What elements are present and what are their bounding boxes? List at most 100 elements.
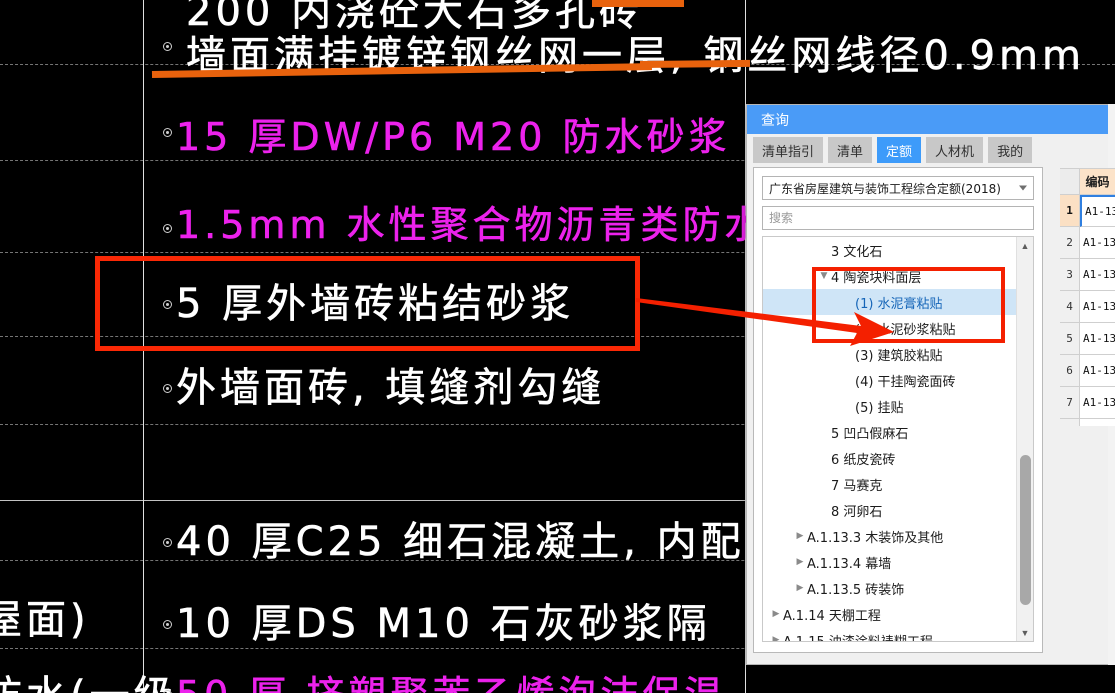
catalog-select[interactable]: 广东省房屋建筑与装饰工程综合定额(2018) [762,176,1034,200]
tree-item[interactable]: ▶6 纸皮瓷砖 [763,445,1016,471]
definition-tree-list[interactable]: ▶3 文化石▼4 陶瓷块料面层▶(1) 水泥膏粘贴▶(2) 水泥砂浆粘贴▶(3)… [763,237,1016,641]
cad-text-line: 40 厚C25 细石混凝土, 内配 [176,519,745,565]
grid-row[interactable]: 1A1-13- [1060,195,1115,227]
cad-text-line: 外墙面砖, 填缝剂勾缝 [176,365,606,411]
chevron-right-icon[interactable]: ▶ [769,635,783,641]
tree-item-label: (4) 干挂陶瓷面砖 [855,374,956,390]
tab-2[interactable]: 清单 [828,137,873,163]
definition-tree[interactable]: ▶3 文化石▼4 陶瓷块料面层▶(1) 水泥膏粘贴▶(2) 水泥砂浆粘贴▶(3)… [762,236,1034,642]
grid-row[interactable]: 5A1-13- [1060,323,1115,355]
orange-highlight-stroke-top [592,0,684,7]
tree-item[interactable]: ▶ A.1.13.3 木装饰及其他 [763,523,1016,549]
cad-bullet-icon [163,620,172,629]
tree-item-label: 3 文化石 [831,244,883,260]
orange-highlight-stroke-right [639,59,751,68]
tree-item-label: A.1.13.5 砖装饰 [807,582,905,598]
grid-row-number: 3 [1060,259,1080,291]
grid-cell-code[interactable]: A1-13- [1080,227,1115,259]
tree-item[interactable]: ▶5 凹凸假麻石 [763,419,1016,445]
tree-item[interactable]: ▶(5) 挂贴 [763,393,1016,419]
grid-row[interactable]: 4A1-13- [1060,291,1115,323]
grid-row-number: 6 [1060,355,1080,387]
grid-row[interactable]: 3A1-13- [1060,259,1115,291]
tree-item[interactable]: ▶A.1.15 油漆涂料裱糊工程 [763,627,1016,642]
tree-item-label: (2) 水泥砂浆粘贴 [855,322,956,338]
dialog-body: 广东省房屋建筑与装饰工程综合定额(2018) ▶3 文化石▼4 陶瓷块料面层▶(… [753,167,1043,653]
grid-rows-container: 1A1-13-2A1-13-3A1-13-4A1-13-5A1-13-6A1-1… [1060,195,1115,426]
grid-row[interactable]: 8A1-13- [1060,419,1115,426]
cad-bullet-icon [163,384,172,393]
grid-cell-code[interactable]: A1-13- [1080,291,1115,323]
grid-cell-code[interactable]: A1-13- [1080,323,1115,355]
cad-text-line: 10 厚DS M10 石灰砂浆隔 [176,601,711,647]
grid-header-code: 编码 [1080,169,1115,195]
chevron-right-icon[interactable]: ▶ [769,609,783,619]
tree-item[interactable]: ▶ A.1.14 天棚工程 [763,601,1016,627]
tree-item[interactable]: ▶(4) 干挂陶瓷面砖 [763,367,1016,393]
tree-item[interactable]: ▶(2) 水泥砂浆粘贴 [763,315,1016,341]
dialog-titlebar[interactable]: 查询 [747,105,1114,134]
tab-3[interactable]: 定额 [877,137,922,163]
cad-text-line: 200 内浇砼大石多孔砖 [186,0,644,35]
cad-text-line: 15 厚DW/P6 M20 防水砂浆 [176,115,731,159]
catalog-select-value: 广东省房屋建筑与装饰工程综合定额(2018) [769,181,1001,196]
tree-item[interactable]: ▶7 马赛克 [763,471,1016,497]
tree-item[interactable]: ▶3 文化石 [763,237,1016,263]
cad-bullet-icon [163,538,172,547]
tree-item-label: 5 凹凸假麻石 [831,426,909,442]
tree-vertical-scrollbar[interactable]: ▲ ▼ [1016,237,1033,641]
tree-item-label: 8 河卵石 [831,504,883,520]
chevron-right-icon[interactable]: ▶ [793,583,807,593]
grid-cell-code[interactable]: A1-13- [1080,419,1115,426]
tab-5[interactable]: 我的 [988,137,1033,163]
scroll-up-arrow-icon[interactable]: ▲ [1017,237,1033,254]
cad-bullet-icon [163,42,172,51]
grid-row-number: 4 [1060,291,1080,323]
grid-row[interactable]: 2A1-13- [1060,227,1115,259]
scroll-down-arrow-icon[interactable]: ▼ [1017,624,1033,641]
grid-corner-cell [1060,169,1080,195]
dialog-title: 查询 [761,112,789,129]
tree-item[interactable]: ▶(3) 建筑胶粘贴 [763,341,1016,367]
red-annotation-box [95,256,640,351]
chevron-down-icon[interactable]: ▼ [817,271,831,281]
grid-cell-code[interactable]: A1-13- [1080,195,1115,227]
tree-item[interactable]: ▶8 河卵石 [763,497,1016,523]
cad-text-line: 50 厚 挤塑聚苯乙烯泡沫保温 [176,676,727,693]
tree-scrollbar-thumb[interactable] [1020,455,1031,605]
cad-bullet-icon [163,128,172,137]
tree-item[interactable]: ▶ A.1.13.5 砖装饰 [763,575,1016,601]
tree-item-label: (3) 建筑胶粘贴 [855,348,943,364]
screen-root: 200 内浇砼大石多孔砖 墙面满挂镀锌钢丝网一层, 钢丝网线径0.9mm 15 厚D… [0,0,1115,693]
tree-item-label: 4 陶瓷块料面层 [831,270,922,286]
chevron-right-icon[interactable]: ▶ [793,557,807,567]
tree-item[interactable]: ▶(1) 水泥膏粘贴 [763,289,1016,315]
grid-cell-code[interactable]: A1-13- [1080,387,1115,419]
cad-bullet-icon [163,224,172,233]
grid-row[interactable]: 7A1-13- [1060,387,1115,419]
tree-item-label: A.1.13.4 幕墙 [807,556,892,572]
tab-4[interactable]: 人材机 [926,137,984,163]
tree-item[interactable]: ▼ 4 陶瓷块料面层 [763,263,1016,289]
tree-item-label: A.1.14 天棚工程 [783,608,881,624]
tree-item-label: A.1.15 油漆涂料裱糊工程 [783,631,933,642]
grid-cell-code[interactable]: A1-13- [1080,355,1115,387]
tab-1[interactable]: 清单指引 [753,137,824,163]
grid-header-row: 编码 [1060,169,1115,195]
grid-row-number: 2 [1060,227,1080,259]
grid-cell-code[interactable]: A1-13- [1080,259,1115,291]
chevron-right-icon[interactable]: ▶ [793,531,807,541]
tree-item-label: (5) 挂贴 [855,400,904,416]
grid-row-number: 5 [1060,323,1080,355]
grid-row[interactable]: 6A1-13- [1060,355,1115,387]
tree-item-label: A.1.13.3 木装饰及其他 [807,530,944,546]
chevron-down-icon [1019,185,1027,191]
grid-row-number: 7 [1060,387,1080,419]
search-input[interactable] [762,206,1034,230]
dialog-tabbar[interactable]: 清单指引 清单 定额 人材机 我的 [747,134,1114,163]
cad-text-line: 屋面) [0,597,90,643]
grid-row-number: 8 [1060,419,1080,426]
cad-text-line: 防水(一级 [0,676,178,693]
result-grid[interactable]: 编码 1A1-13-2A1-13-3A1-13-4A1-13-5A1-13-6A… [1060,168,1115,426]
tree-item[interactable]: ▶ A.1.13.4 幕墙 [763,549,1016,575]
